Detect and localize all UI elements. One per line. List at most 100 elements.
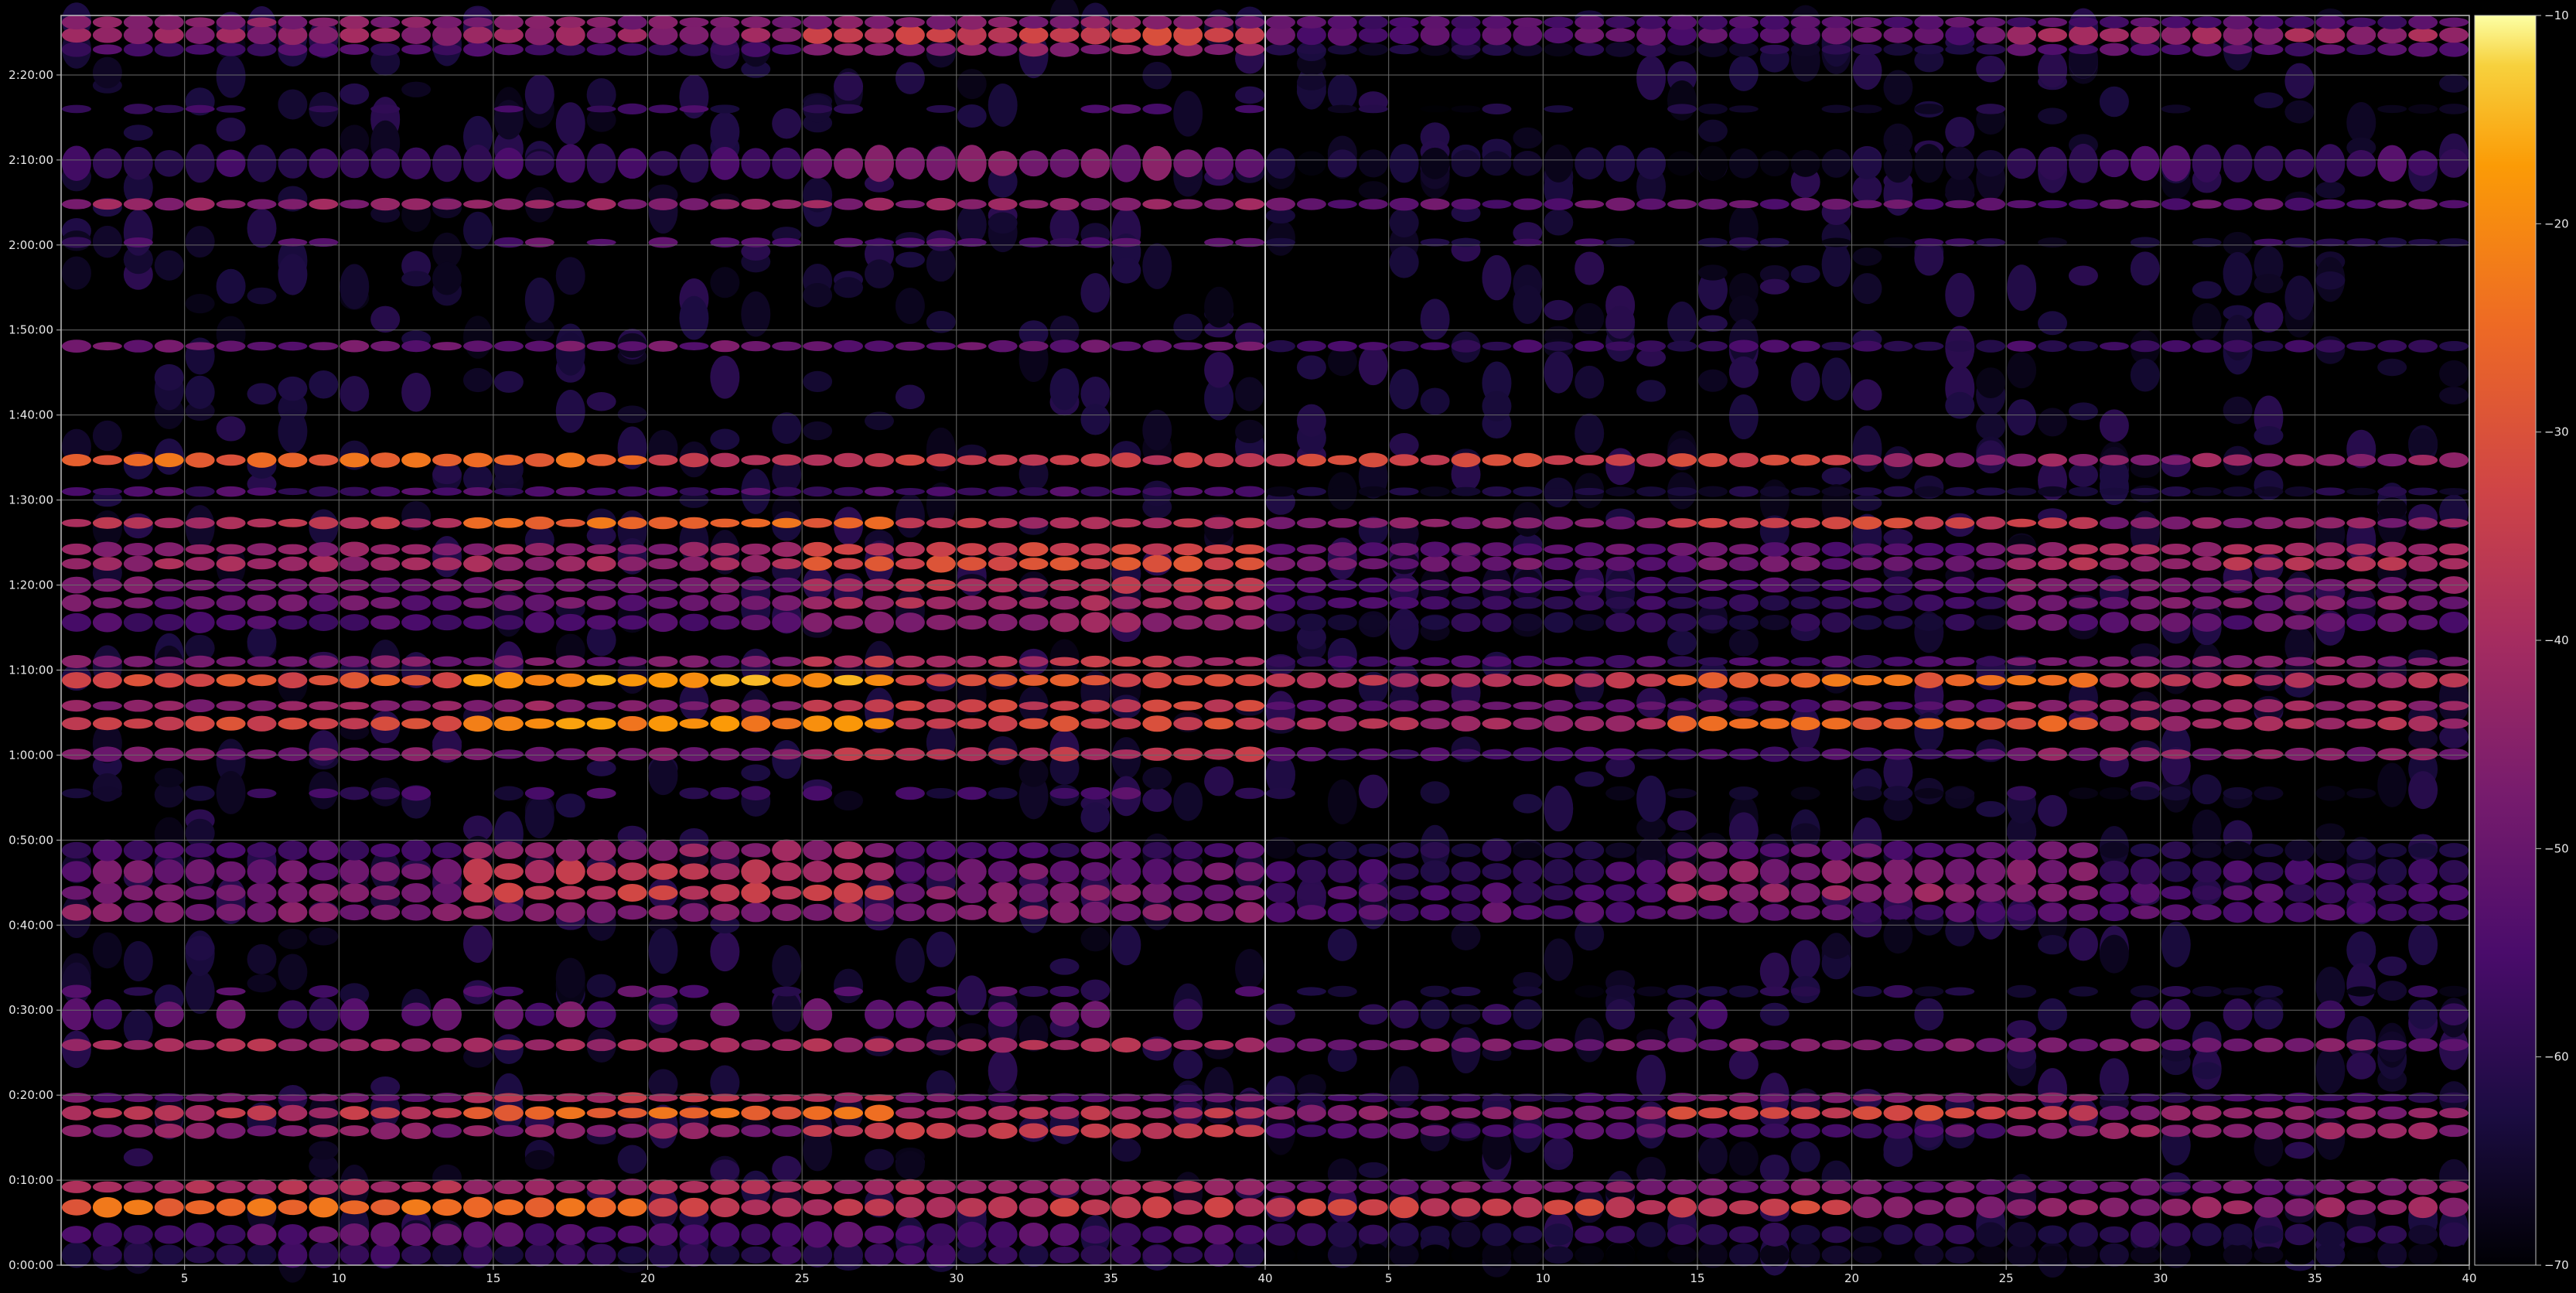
heatmap-cell	[1790, 823, 1820, 844]
heatmap-cell	[524, 486, 554, 497]
heatmap-cell	[1420, 486, 1450, 497]
heatmap-cell	[1544, 1038, 1574, 1052]
heatmap-cell	[679, 541, 709, 557]
heatmap-cell	[895, 454, 925, 466]
heatmap-cell	[1173, 1050, 1203, 1080]
heatmap-cell	[1667, 656, 1697, 667]
heatmap-cell	[1759, 614, 1790, 630]
heatmap-cell	[2439, 657, 2469, 667]
heatmap-cell	[432, 614, 462, 631]
heatmap-cell	[988, 542, 1018, 557]
heatmap-cell	[247, 145, 277, 183]
heatmap-cell	[1697, 315, 1728, 332]
heatmap-cell	[2254, 843, 2284, 858]
heatmap-cell	[1451, 612, 1481, 633]
heatmap-cell	[1420, 15, 1450, 29]
heatmap-cell	[1976, 454, 2006, 466]
heatmap-cell	[2439, 718, 2469, 729]
heatmap-cell	[1852, 200, 1882, 209]
heatmap-cell	[1049, 27, 1080, 43]
heatmap-cell	[1111, 27, 1141, 43]
heatmap-cell	[617, 657, 647, 667]
heatmap-cell	[772, 1222, 802, 1247]
heatmap-cell	[2439, 148, 2469, 178]
heatmap-cell	[2254, 1107, 2284, 1119]
heatmap-cell	[1296, 717, 1326, 730]
heatmap-cell	[1790, 882, 1820, 903]
heatmap-cell	[1265, 594, 1295, 612]
heatmap-cell	[2284, 1141, 2315, 1159]
heatmap-cell	[679, 655, 709, 668]
heatmap-cell	[1327, 672, 1357, 688]
heatmap-cell	[988, 613, 1018, 632]
heatmap-cell	[309, 718, 339, 730]
heatmap-cell	[432, 557, 462, 571]
heatmap-cell	[432, 198, 462, 210]
heatmap-cell	[1389, 749, 1419, 759]
heatmap-cell	[370, 843, 401, 858]
heatmap-cell	[1482, 673, 1512, 687]
heatmap-cell	[1235, 1198, 1265, 1217]
heatmap-cell	[1327, 902, 1357, 923]
heatmap-cell	[1142, 904, 1172, 921]
heatmap-cell	[1204, 843, 1234, 858]
heatmap-cell	[1018, 718, 1049, 729]
heatmap-cell	[834, 882, 864, 903]
heatmap-cell	[370, 596, 401, 609]
heatmap-cell	[741, 1223, 771, 1246]
heatmap-cell	[2038, 43, 2068, 56]
heatmap-cell	[555, 858, 585, 885]
heatmap-cell	[555, 340, 585, 352]
heatmap-cell	[2439, 748, 2469, 760]
heatmap-cell	[957, 786, 987, 800]
heatmap-cell	[2130, 454, 2160, 466]
heatmap-cell	[864, 486, 894, 496]
heatmap-cell	[1111, 841, 1141, 860]
heatmap-cell	[1976, 104, 2006, 114]
heatmap-cell	[1482, 486, 1512, 497]
heatmap-cell	[648, 1242, 678, 1268]
heatmap-cell	[92, 597, 122, 609]
heatmap-cell	[1389, 863, 1419, 880]
heatmap-cell	[2007, 453, 2037, 467]
heatmap-cell	[2254, 145, 2284, 182]
heatmap-cell	[1914, 453, 1944, 467]
heatmap-cell	[309, 105, 339, 113]
heatmap-cell	[493, 454, 524, 466]
heatmap-cell	[1173, 841, 1203, 860]
heatmap-cell	[493, 517, 524, 528]
heatmap-cell	[1296, 859, 1326, 884]
heatmap-cell	[1049, 1124, 1080, 1137]
heatmap-cell	[1327, 542, 1357, 557]
heatmap-cell	[1605, 715, 1636, 732]
heatmap-cell	[123, 198, 153, 210]
heatmap-cell	[2439, 488, 2469, 496]
heatmap-cell	[1296, 1180, 1326, 1193]
heatmap-cell	[2346, 102, 2376, 144]
heatmap-cell	[2408, 595, 2438, 611]
heatmap-cell	[1111, 44, 1141, 55]
heatmap-cell	[401, 147, 432, 179]
heatmap-cell	[679, 1039, 709, 1051]
heatmap-cell	[741, 27, 771, 43]
heatmap-cell	[2192, 1062, 2222, 1080]
heatmap-cell	[710, 340, 740, 353]
heatmap-cell	[679, 517, 709, 529]
heatmap-cell	[1544, 785, 1574, 832]
heatmap-cell	[1945, 1180, 1975, 1193]
heatmap-cell	[309, 883, 339, 902]
heatmap-cell	[1049, 237, 1080, 247]
heatmap-cell	[772, 1124, 802, 1137]
heatmap-cell	[957, 68, 987, 100]
heatmap-cell	[493, 1222, 524, 1247]
heatmap-cell	[1451, 452, 1481, 468]
heatmap-cell	[679, 1243, 709, 1267]
heatmap-cell	[2099, 1243, 2129, 1267]
heatmap-cell	[1914, 1223, 1944, 1247]
heatmap-cell	[1173, 1225, 1203, 1244]
heatmap-cell	[1142, 841, 1172, 859]
heatmap-cell	[926, 541, 956, 557]
heatmap-cell	[1883, 1092, 1913, 1104]
heatmap-cell	[617, 1092, 647, 1104]
heatmap-cell	[895, 612, 925, 633]
